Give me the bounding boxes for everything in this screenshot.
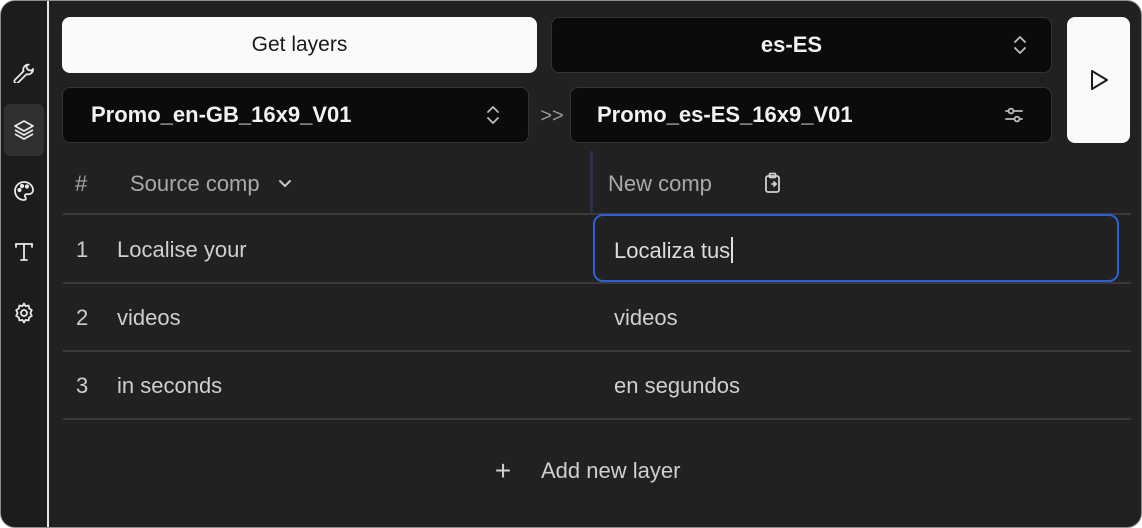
row-divider bbox=[63, 282, 1131, 284]
sliders-icon[interactable] bbox=[1003, 104, 1025, 126]
source-comp-header-label: Source comp bbox=[130, 171, 260, 196]
source-comp-select[interactable]: Promo_en-GB_16x9_V01 bbox=[62, 87, 529, 143]
arrow-separator: >> bbox=[540, 104, 564, 127]
new-comp-input-value[interactable]: Localiza tus bbox=[614, 237, 734, 264]
new-cell[interactable]: en segundos bbox=[614, 373, 740, 399]
wrench-icon bbox=[13, 63, 34, 83]
language-value: es-ES bbox=[760, 32, 823, 57]
play-icon bbox=[1090, 70, 1108, 90]
new-comp-header: New comp bbox=[608, 171, 712, 196]
palette-icon bbox=[14, 181, 34, 201]
source-cell: Localise your bbox=[117, 237, 247, 262]
column-resize-handle[interactable] bbox=[590, 151, 593, 213]
get-layers-button[interactable]: Get layers bbox=[62, 17, 537, 73]
chevron-updown-icon bbox=[482, 104, 504, 126]
source-comp-header[interactable]: Source comp bbox=[130, 171, 294, 197]
new-cell-text: Localiza tus bbox=[614, 238, 731, 263]
row-index: 1 bbox=[76, 237, 89, 262]
sidebar-item-layers[interactable] bbox=[4, 104, 44, 156]
language-select[interactable]: es-ES bbox=[551, 17, 1052, 73]
header-index: # bbox=[75, 171, 88, 196]
plus-icon: + bbox=[494, 455, 512, 486]
sidebar bbox=[1, 1, 47, 527]
sidebar-divider bbox=[47, 1, 49, 527]
text-icon bbox=[15, 243, 33, 261]
run-button[interactable] bbox=[1067, 17, 1130, 143]
gear-icon bbox=[15, 302, 33, 324]
source-cell: videos bbox=[117, 305, 181, 330]
app-window: Get layers es-ES Promo_en-GB_16x9_V01 >>… bbox=[0, 0, 1142, 528]
get-layers-label: Get layers bbox=[251, 33, 348, 56]
new-cell[interactable]: videos bbox=[614, 305, 678, 331]
row-index: 3 bbox=[76, 373, 89, 398]
row-index: 2 bbox=[76, 305, 89, 330]
new-comp-field[interactable]: Promo_es-ES_16x9_V01 bbox=[570, 87, 1052, 143]
layers-icon bbox=[14, 120, 34, 140]
clipboard-icon[interactable] bbox=[761, 171, 785, 195]
sidebar-item-tools[interactable] bbox=[4, 45, 44, 97]
sidebar-item-palette[interactable] bbox=[4, 165, 44, 217]
source-cell: in seconds bbox=[117, 373, 223, 398]
add-layer-button[interactable]: + Add new layer bbox=[481, 451, 681, 491]
text-caret bbox=[731, 237, 734, 263]
add-layer-label: Add new layer bbox=[541, 458, 681, 483]
chevron-updown-icon bbox=[1009, 34, 1031, 56]
row-divider bbox=[63, 418, 1131, 420]
sidebar-item-settings[interactable] bbox=[4, 287, 44, 339]
new-comp-value: Promo_es-ES_16x9_V01 bbox=[597, 102, 853, 127]
row-divider bbox=[63, 350, 1131, 352]
sidebar-item-text[interactable] bbox=[4, 226, 44, 278]
chevron-down-icon bbox=[278, 180, 291, 187]
source-comp-value: Promo_en-GB_16x9_V01 bbox=[91, 102, 352, 127]
